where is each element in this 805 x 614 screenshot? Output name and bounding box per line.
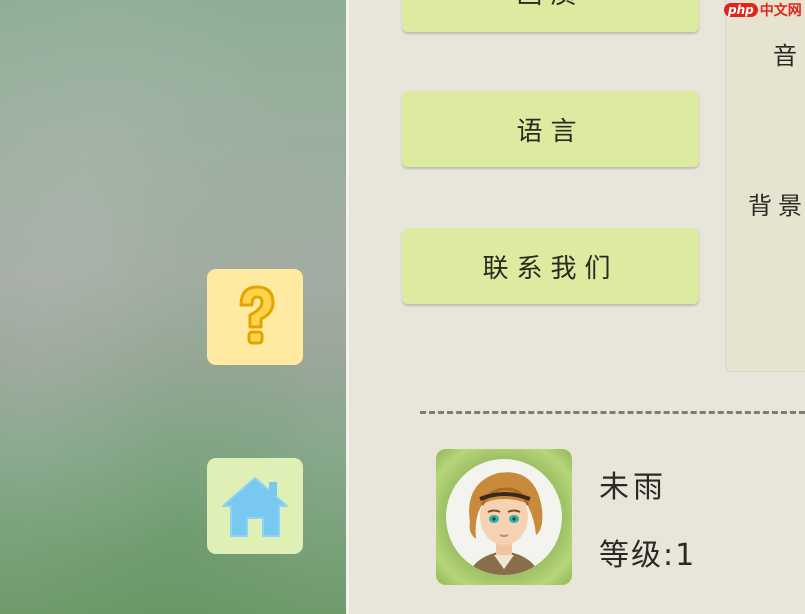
contact-us-button-label: 联系我们 [482,253,619,284]
language-button[interactable]: 语言 [402,91,699,167]
player-name: 未雨 [599,470,667,505]
player-level: 等级:1 [599,538,697,573]
contact-us-button[interactable]: 联系我们 [402,228,699,304]
home-icon [222,477,288,537]
help-button[interactable] [207,269,303,365]
section-divider [420,411,805,414]
graphics-button-label: 画质 [516,0,584,11]
watermark-text: 中文网 [759,3,802,19]
home-button[interactable] [207,458,303,554]
sound-label: 音 [773,42,803,70]
language-button-label: 语言 [516,116,585,147]
avatar-portrait [446,459,562,575]
watermark: php 中文网 [724,0,802,20]
player-avatar[interactable] [436,449,572,585]
bgm-label: 背景 [748,192,805,220]
graphics-button[interactable]: 画质 [402,0,699,32]
watermark-logo: php [724,3,758,17]
question-mark-icon [239,285,275,345]
